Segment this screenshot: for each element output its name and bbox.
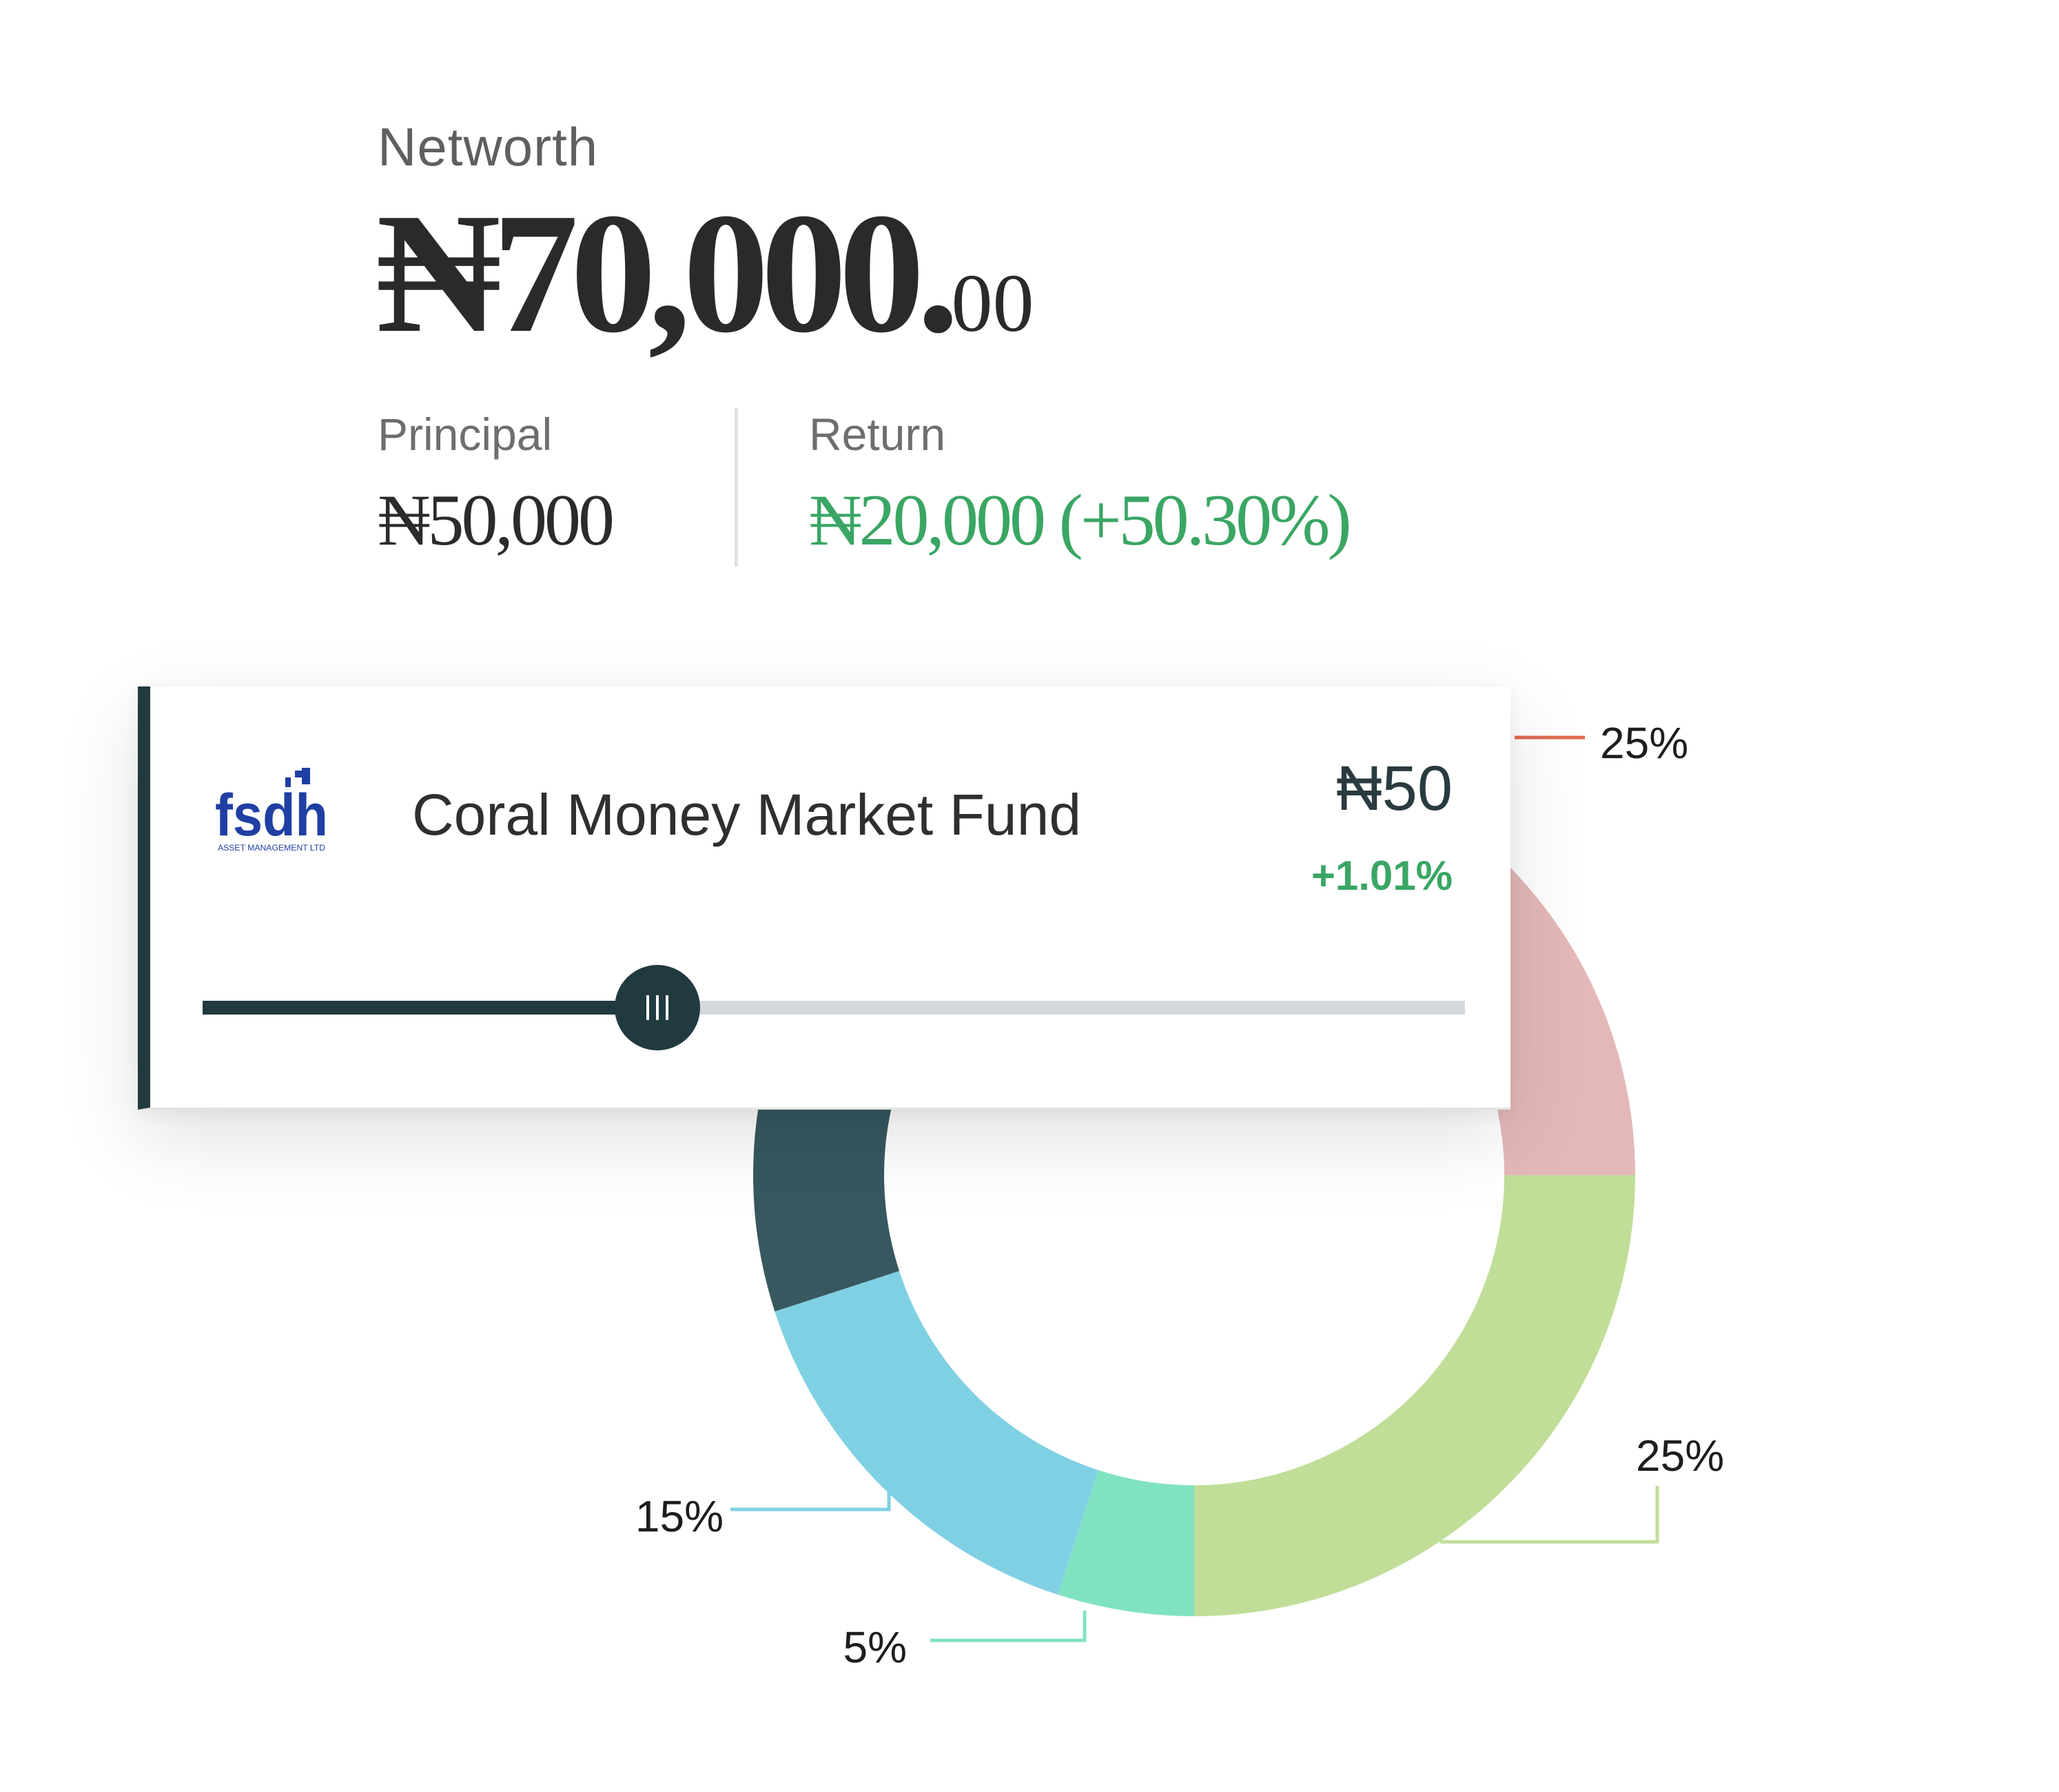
donut-slice [775, 1271, 1098, 1595]
slice-leader-line [730, 1490, 891, 1511]
slice-percent-label: 25% [1636, 1431, 1724, 1480]
fund-amount: ₦50 [1336, 753, 1453, 824]
slice-percent-label: 15% [635, 1491, 724, 1541]
allocation-slider[interactable] [203, 965, 1465, 1050]
fund-name: Coral Money Market Fund [412, 782, 1082, 847]
fsdh-logo: fsdh ASSET MANAGEMENT LTD [215, 768, 328, 853]
slice-percent-label: 25% [1600, 718, 1688, 768]
slider-fill [203, 1001, 657, 1015]
fund-card[interactable]: fsdh ASSET MANAGEMENT LTD Coral Money Ma… [138, 686, 1510, 1110]
fsdh-logo-subtext: ASSET MANAGEMENT LTD [218, 843, 325, 853]
slider-thumb[interactable] [614, 965, 700, 1050]
fund-change: +1.01% [1311, 853, 1453, 899]
donut-slice [1194, 1175, 1635, 1616]
slice-percent-label: 5% [843, 1622, 908, 1672]
grip-lines-icon [646, 995, 668, 1020]
slice-leader-line [930, 1611, 1087, 1642]
fsdh-logo-text: fsdh [215, 782, 328, 848]
